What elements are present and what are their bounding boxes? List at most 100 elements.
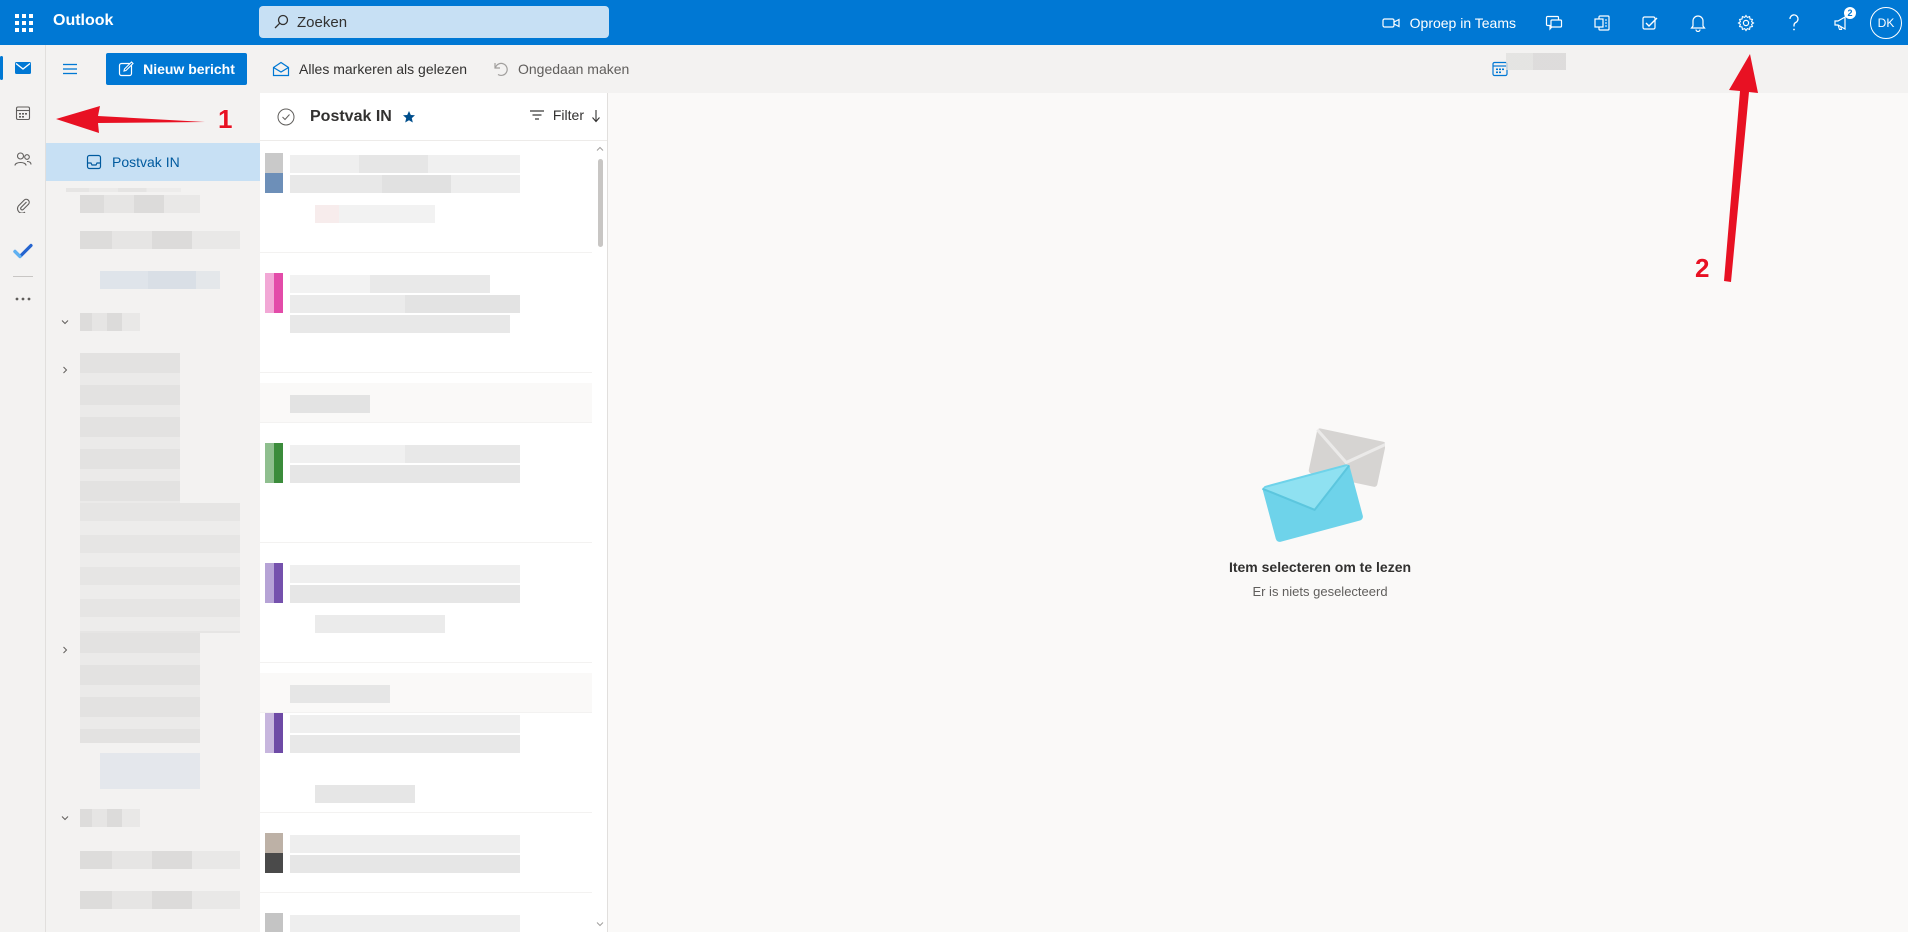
redacted-row — [80, 313, 140, 331]
bell-icon — [1690, 14, 1706, 32]
annotation-label-1: 1 — [218, 104, 233, 134]
scroll-down-icon[interactable] — [596, 920, 604, 928]
notification-badge: 2 — [1844, 7, 1856, 19]
chevron-down-icon[interactable] — [60, 813, 70, 823]
list-item[interactable] — [260, 433, 592, 543]
message-list: Postvak IN Filter — [260, 93, 608, 932]
select-all-circle-icon[interactable] — [276, 107, 296, 127]
redacted-row — [100, 271, 220, 289]
message-list-scrollbar[interactable] — [595, 145, 605, 928]
list-group-header — [260, 383, 592, 423]
chat-icon — [1545, 15, 1563, 31]
scrollbar-thumb[interactable] — [598, 159, 603, 247]
question-mark-icon — [1789, 13, 1799, 30]
empty-state-subtitle: Er is niets geselecteerd — [1252, 584, 1388, 599]
new-message-button[interactable]: Nieuw bericht — [106, 53, 247, 85]
chevron-right-icon[interactable] — [60, 645, 70, 655]
rail-item-files[interactable] — [0, 185, 46, 225]
folder-inbox[interactable]: Postvak IN — [46, 143, 260, 181]
list-item[interactable] — [260, 143, 592, 253]
redacted-area — [1506, 53, 1566, 87]
undo-button[interactable]: Ongedaan maken — [493, 53, 629, 85]
redacted-text — [290, 175, 520, 193]
folder-pane: Postvak IN — [46, 93, 260, 932]
redacted-row — [80, 231, 240, 249]
redacted-text — [290, 275, 490, 293]
sender-avatar — [265, 833, 283, 873]
redacted-text — [290, 315, 510, 333]
teams-call-button[interactable]: Oproep in Teams — [1368, 0, 1530, 45]
video-camera-icon — [1382, 17, 1400, 28]
rail-divider — [13, 276, 33, 277]
favorite-star-icon[interactable] — [402, 110, 416, 124]
rail-item-more[interactable] — [0, 279, 46, 319]
sender-avatar — [265, 913, 283, 932]
hamburger-icon[interactable] — [60, 59, 80, 79]
undo-label: Ongedaan maken — [518, 61, 630, 77]
calendar-icon — [15, 106, 31, 121]
app-launcher-icon[interactable] — [8, 7, 40, 39]
more-icon — [15, 297, 31, 301]
redacted-text — [290, 565, 520, 583]
gear-icon — [1737, 14, 1755, 31]
help-button[interactable] — [1770, 0, 1818, 45]
redacted-text — [315, 785, 415, 803]
todo-check-icon — [13, 243, 33, 259]
office-app-button[interactable] — [1578, 0, 1626, 45]
sort-arrow-icon[interactable] — [590, 109, 602, 123]
redacted-row — [80, 809, 140, 827]
redacted-text — [290, 735, 520, 753]
open-envelope-icon — [272, 61, 290, 77]
filter-label: Filter — [552, 107, 584, 123]
sender-avatar — [265, 713, 283, 753]
envelopes-illustration-icon — [1261, 428, 1385, 542]
settings-button[interactable] — [1722, 0, 1770, 45]
chevron-down-icon[interactable] — [60, 317, 70, 327]
redacted-text — [290, 685, 390, 703]
list-item[interactable] — [260, 703, 592, 813]
redacted-text — [290, 295, 520, 313]
avatar[interactable]: DK — [1870, 6, 1902, 39]
list-item[interactable] — [260, 553, 592, 663]
search-icon — [274, 14, 289, 29]
empty-state-title: Item selecteren om te lezen — [1228, 559, 1412, 575]
redacted-row — [100, 753, 200, 789]
teams-chat-button[interactable] — [1530, 0, 1578, 45]
new-message-label: Nieuw bericht — [143, 61, 235, 77]
mark-all-read-label: Alles markeren als gelezen — [299, 61, 468, 77]
redacted-text — [290, 445, 520, 463]
redacted-text — [290, 585, 520, 603]
paperclip-icon — [16, 198, 30, 213]
rail-item-people[interactable] — [0, 139, 46, 179]
scroll-up-icon[interactable] — [596, 145, 604, 153]
rail-item-todo[interactable] — [0, 231, 46, 271]
command-bar: Nieuw bericht Alles markeren als gelezen… — [46, 45, 1908, 93]
list-item[interactable] — [260, 903, 592, 932]
search-box[interactable] — [259, 6, 609, 38]
search-input[interactable] — [297, 13, 587, 31]
redacted-block — [80, 353, 180, 503]
app-title[interactable]: Outlook — [53, 12, 113, 30]
redacted-text — [290, 855, 520, 873]
list-item[interactable] — [260, 823, 592, 893]
list-item[interactable] — [260, 263, 592, 373]
annotation-label-2: 2 — [1695, 253, 1710, 283]
teams-call-label: Oproep in Teams — [1409, 14, 1516, 31]
message-list-title: Postvak IN — [310, 107, 392, 125]
filter-button[interactable]: Filter — [529, 107, 584, 123]
redacted-row — [66, 188, 181, 192]
chevron-right-icon[interactable] — [60, 365, 70, 375]
rail-item-mail[interactable] — [0, 48, 46, 88]
redacted-block — [80, 633, 200, 743]
redacted-text — [290, 395, 370, 413]
notifications-button[interactable] — [1674, 0, 1722, 45]
inbox-icon — [86, 154, 102, 170]
todo-button[interactable] — [1626, 0, 1674, 45]
rail-item-calendar[interactable] — [0, 93, 46, 133]
whats-new-button[interactable]: 2 — [1818, 0, 1866, 45]
redacted-text — [290, 915, 520, 932]
sender-avatar — [265, 563, 283, 603]
mark-all-read-button[interactable]: Alles markeren als gelezen — [272, 53, 467, 85]
mail-icon — [15, 62, 31, 74]
redacted-text — [290, 835, 520, 853]
